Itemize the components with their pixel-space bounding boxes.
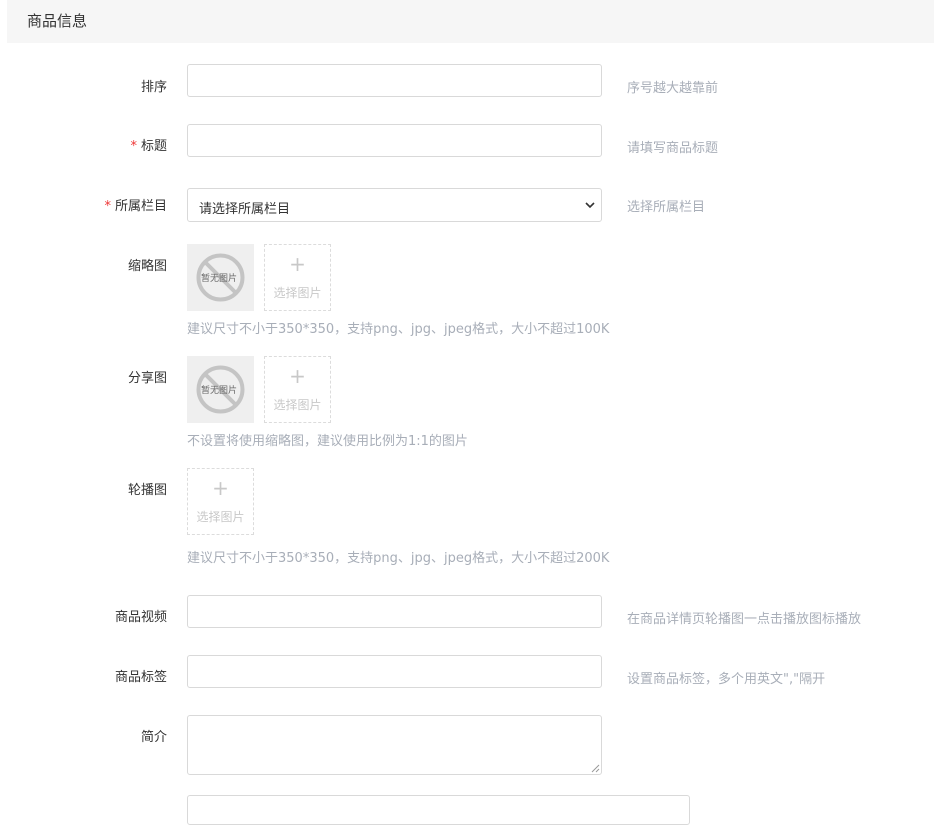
video-hint: 在商品详情页轮播图一点击播放图标播放 [627, 612, 862, 627]
sort-input[interactable] [187, 64, 602, 97]
category-select-value: 请选择所属栏目 [199, 202, 291, 217]
tags-hint: 设置商品标签，多个用英文","隔开 [627, 672, 826, 687]
intro-textarea[interactable] [187, 715, 602, 775]
section-header: 商品信息 [7, 0, 934, 43]
sort-label: 排序 [141, 76, 167, 95]
title-hint: 请填写商品标题 [627, 141, 719, 156]
plus-icon: + [212, 476, 229, 500]
thumbnail-label: 缩略图 [127, 259, 167, 274]
chevron-down-icon [585, 202, 595, 209]
carousel-upload-button[interactable]: + 选择图片 [187, 468, 254, 535]
sort-hint: 序号越大越靠前 [627, 81, 719, 96]
video-input[interactable] [187, 595, 602, 628]
no-image-text: 暂无图片 [201, 386, 238, 396]
title-input[interactable] [187, 124, 602, 157]
category-label: * 所属栏目 [104, 195, 167, 214]
required-mark: * [104, 199, 111, 214]
thumbnail-upload-button[interactable]: + 选择图片 [264, 244, 331, 311]
required-mark: * [130, 139, 137, 154]
share-image-help: 不设置将使用缩略图，建议使用比例为1:1的图片 [187, 434, 468, 449]
tags-label: 商品标签 [114, 670, 167, 685]
thumbnail-preview: 暂无图片 [187, 244, 254, 311]
category-label-text: 所属栏目 [114, 199, 167, 214]
section-title: 商品信息 [27, 12, 88, 30]
upload-label: 选择图片 [273, 286, 322, 300]
share-image-preview: 暂无图片 [187, 356, 254, 423]
upload-label: 选择图片 [273, 398, 322, 412]
share-image-upload-button[interactable]: + 选择图片 [264, 356, 331, 423]
category-hint: 选择所属栏目 [627, 200, 706, 215]
title-label: * 标题 [130, 135, 167, 154]
upload-label: 选择图片 [196, 510, 245, 524]
plus-icon: + [289, 364, 306, 388]
sort-label-text: 排序 [140, 80, 167, 95]
category-select[interactable]: 请选择所属栏目 [187, 188, 602, 222]
title-label-text: 标题 [140, 139, 167, 154]
intro-label: 简介 [140, 730, 167, 745]
tags-input[interactable] [187, 655, 602, 688]
video-label: 商品视频 [114, 610, 167, 625]
carousel-help: 建议尺寸不小于350*350，支持png、jpg、jpeg格式，大小不超过200… [187, 551, 610, 566]
share-image-label: 分享图 [127, 371, 167, 386]
carousel-label: 轮播图 [127, 483, 167, 498]
plus-icon: + [289, 252, 306, 276]
resize-grip-icon[interactable] [591, 764, 600, 773]
thumbnail-help: 建议尺寸不小于350*350，支持png、jpg、jpeg格式，大小不超过100… [187, 322, 610, 337]
no-image-text: 暂无图片 [201, 274, 238, 284]
